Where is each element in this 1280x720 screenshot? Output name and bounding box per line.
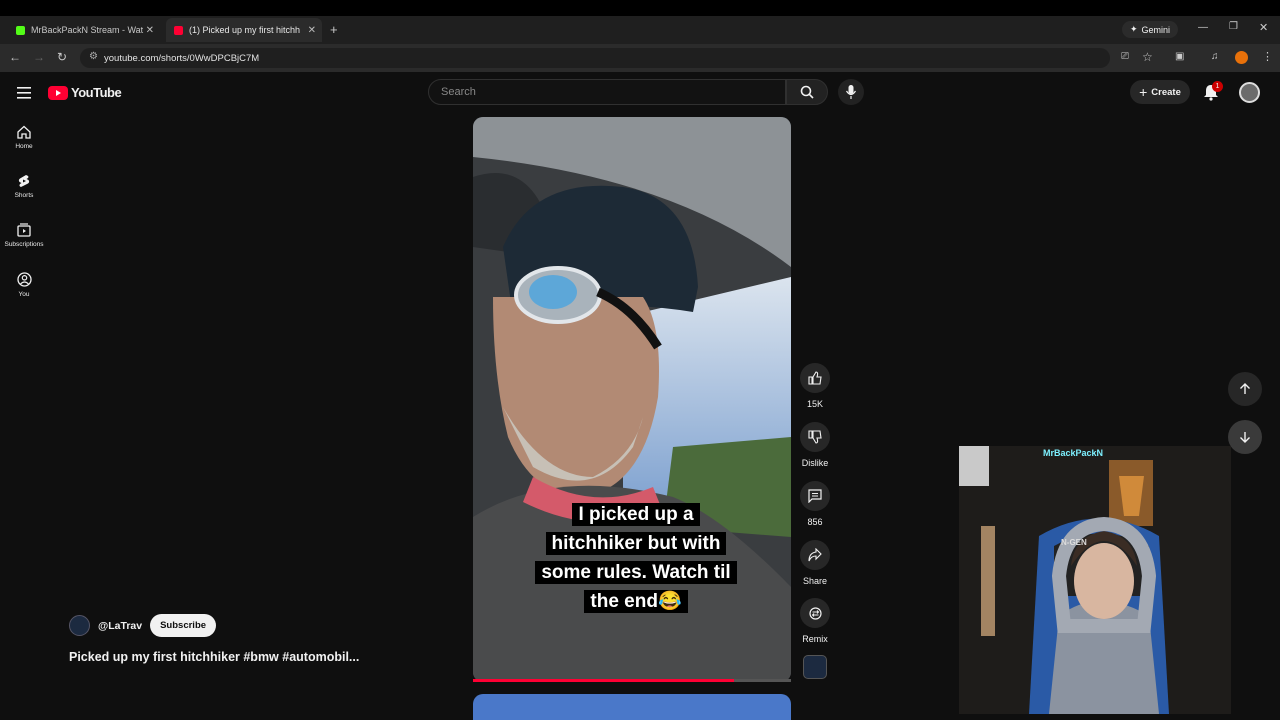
search-button[interactable]: [786, 79, 828, 105]
sidebar-item-label: Subscriptions: [4, 241, 44, 248]
subscriptions-icon: [17, 223, 31, 237]
chair-brand-label: N-GEN: [1061, 538, 1087, 547]
tab-label: MrBackPackN Stream - Wat: [31, 25, 144, 35]
reload-icon[interactable]: ↻: [57, 50, 67, 64]
search-placeholder: Search: [441, 86, 476, 98]
notification-badge: 1: [1212, 81, 1223, 92]
close-tab-icon[interactable]: ✕: [146, 25, 154, 36]
media-controls-icon[interactable]: ♫: [1211, 51, 1219, 62]
short-title[interactable]: Picked up my first hitchhiker #bmw #auto…: [69, 650, 359, 664]
sidepanel-icon[interactable]: ▣: [1175, 51, 1184, 62]
next-short-button[interactable]: [1228, 420, 1262, 454]
arrow-down-icon: [1240, 432, 1250, 443]
sparkle-icon: ✦: [1130, 24, 1138, 34]
like-button[interactable]: 15K: [799, 363, 831, 409]
search-input[interactable]: Search: [428, 79, 786, 105]
sidebar-item-label: You: [18, 291, 30, 298]
notifications-button[interactable]: 1: [1203, 81, 1223, 106]
tab-kick-stream[interactable]: MrBackPackN Stream - Wat ✕: [8, 18, 160, 42]
video-progress-fill: [473, 679, 734, 682]
share-label: Share: [802, 576, 828, 586]
previous-short-button[interactable]: [1228, 372, 1262, 406]
sidebar-item-subscriptions[interactable]: Subscriptions: [0, 223, 48, 248]
caption-text: I picked up a hitchhiker but with some r…: [535, 503, 737, 613]
url-text: youtube.com/shorts/0WwDPCBjC7M: [104, 52, 260, 64]
channel-name[interactable]: @LaTrav: [98, 620, 142, 632]
sidebar-item-shorts[interactable]: Shorts: [0, 174, 48, 199]
sound-thumbnail[interactable]: [803, 655, 827, 679]
comments-button[interactable]: 856: [799, 481, 831, 527]
channel-avatar[interactable]: [69, 615, 90, 636]
account-avatar[interactable]: [1239, 82, 1260, 103]
restore-icon[interactable]: ❐: [1229, 21, 1238, 32]
youtube-logo[interactable]: YouTube: [48, 85, 122, 100]
close-tab-icon[interactable]: ✕: [308, 25, 316, 36]
remix-icon: [808, 606, 822, 620]
dislike-button[interactable]: Dislike: [799, 422, 831, 468]
new-tab-icon[interactable]: +: [330, 22, 338, 37]
youtube-favicon-icon: [174, 25, 183, 35]
channel-row: @LaTrav Subscribe: [69, 614, 217, 637]
tab-youtube-short[interactable]: (1) Picked up my first hitchh ✕: [166, 18, 322, 42]
comment-icon: [808, 489, 822, 503]
home-icon: [17, 125, 31, 139]
sidebar-item-you[interactable]: You: [0, 272, 48, 298]
dislike-label: Dislike: [801, 458, 829, 468]
voice-search-button[interactable]: [838, 79, 864, 105]
like-count: 15K: [806, 399, 823, 409]
kick-favicon-icon: [16, 25, 25, 35]
install-app-icon[interactable]: ⎚: [1121, 51, 1129, 62]
url-field[interactable]: ⚙ youtube.com/shorts/0WwDPCBjC7M: [80, 48, 1110, 68]
hamburger-menu-icon[interactable]: [17, 86, 31, 104]
youtube-play-logo-icon: [48, 85, 68, 100]
logo-text: YouTube: [71, 85, 122, 100]
remix-label: Remix: [802, 634, 828, 644]
create-label: Create: [1151, 86, 1181, 98]
microphone-icon: [846, 85, 856, 99]
webcam-name-label: MrBackPackN: [1043, 448, 1104, 458]
remix-button[interactable]: Remix: [799, 598, 831, 644]
bookmark-star-icon[interactable]: ☆: [1142, 50, 1153, 64]
screen-top-edge: [0, 0, 1280, 16]
sidebar-item-home[interactable]: Home: [0, 125, 48, 150]
profile-avatar[interactable]: [1235, 51, 1248, 64]
gemini-button[interactable]: ✦ Gemini: [1122, 21, 1179, 38]
browser-menu-icon[interactable]: ⋮: [1262, 50, 1273, 63]
forward-icon[interactable]: →: [33, 50, 45, 64]
sidebar-item-label: Home: [15, 143, 33, 150]
webcam-overlay: MrBackPackN N-GEN: [959, 446, 1231, 714]
sidebar-item-label: Shorts: [14, 192, 34, 199]
plus-icon: +: [1139, 84, 1148, 100]
minimize-icon[interactable]: —: [1198, 22, 1208, 33]
create-button[interactable]: + Create: [1130, 80, 1190, 104]
video-caption: I picked up a hitchhiker but with some r…: [530, 500, 742, 616]
close-window-icon[interactable]: ✕: [1259, 21, 1268, 34]
search-icon: [800, 85, 814, 99]
subscribe-button[interactable]: Subscribe: [150, 614, 217, 637]
share-icon: [808, 548, 822, 562]
thumbs-up-icon: [808, 371, 822, 385]
comment-count: 856: [807, 517, 823, 527]
back-icon[interactable]: ←: [9, 50, 21, 64]
next-short-preview: [473, 694, 791, 720]
arrow-up-icon: [1240, 383, 1250, 394]
shorts-icon: [18, 175, 30, 187]
tab-label: (1) Picked up my first hitchh: [189, 25, 301, 35]
you-icon: [16, 272, 32, 287]
share-button[interactable]: Share: [799, 540, 831, 586]
site-info-icon[interactable]: ⚙: [89, 51, 98, 62]
webcam-feed-image: [959, 446, 1231, 714]
gemini-label: Gemini: [1141, 24, 1171, 35]
thumbs-down-icon: [808, 430, 822, 444]
